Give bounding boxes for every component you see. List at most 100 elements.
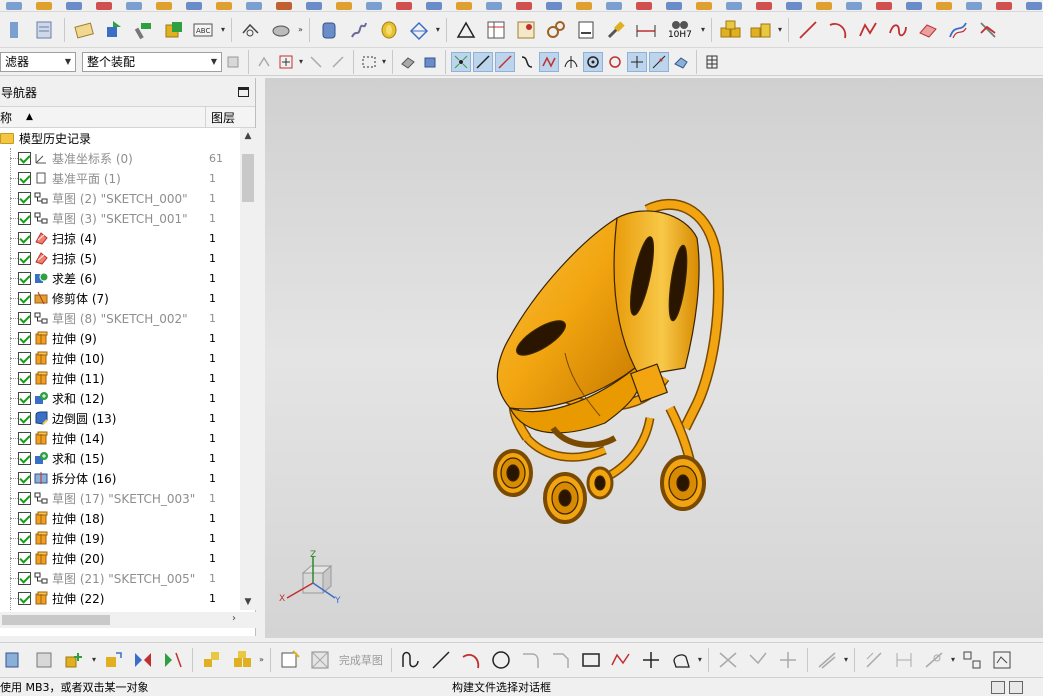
tree-row[interactable]: 拉伸 (10) 1 [0, 348, 240, 368]
component-icon[interactable] [161, 17, 187, 43]
polygon-icon[interactable] [668, 647, 694, 673]
constraint-icon[interactable] [199, 647, 225, 673]
sketch-settings-icon[interactable] [959, 647, 985, 673]
tree-row[interactable]: 拉伸 (19) 1 [0, 528, 240, 548]
status-fullscreen-icon[interactable] [1009, 680, 1023, 694]
chevron-down-icon[interactable]: ▾ [951, 655, 955, 664]
scroll-thumb-h[interactable] [2, 615, 110, 625]
dimension-constraint-icon[interactable] [891, 647, 917, 673]
tree-row[interactable]: 拆分体 (16) 1 [0, 468, 240, 488]
database-icon[interactable] [32, 17, 58, 43]
scroll-thumb[interactable] [242, 154, 254, 202]
surface-patch-icon[interactable] [915, 17, 941, 43]
move-component-icon[interactable] [100, 647, 126, 673]
spring-icon[interactable] [346, 17, 372, 43]
visibility-checkbox[interactable] [18, 191, 31, 205]
selection-filter-dropdown[interactable]: 滤器 ▼ [0, 51, 76, 72]
clipped-tool-icon[interactable] [2, 17, 28, 43]
polyline-icon[interactable] [855, 17, 881, 43]
tree-row[interactable]: 边倒圆 (13) 1 [0, 408, 240, 428]
sketch-line-icon[interactable] [428, 647, 454, 673]
tree-row[interactable]: 拉伸 (18) 1 [0, 508, 240, 528]
rectangle-select-icon[interactable] [359, 52, 379, 72]
select-add-icon[interactable] [276, 52, 296, 72]
finish-sketch-label[interactable]: 完成草图 [339, 652, 383, 668]
note-icon[interactable] [71, 17, 97, 43]
visibility-checkbox[interactable] [18, 371, 31, 385]
status-toggle-icon[interactable] [991, 680, 1005, 694]
select-deselect-icon[interactable] [328, 52, 348, 72]
snap-tangent-icon[interactable] [561, 52, 581, 72]
cylinder-icon[interactable] [316, 17, 342, 43]
column-name-header[interactable]: 称 ▲ [0, 107, 206, 127]
studio-spline-icon[interactable] [608, 647, 634, 673]
explode-icon[interactable] [229, 647, 255, 673]
tree-row[interactable]: 扫掠 (5) 1 [0, 248, 240, 268]
offset-curve-icon[interactable] [945, 17, 971, 43]
visibility-checkbox[interactable] [18, 391, 31, 405]
tree-row[interactable]: 草图 (2) "SKETCH_000" 1 [0, 188, 240, 208]
snap-center-icon[interactable] [583, 51, 604, 72]
chamfer-icon[interactable] [548, 647, 574, 673]
pattern-icon[interactable] [160, 647, 186, 673]
chevron-down-icon[interactable]: ▾ [701, 25, 705, 34]
chevron-down-icon[interactable]: ▾ [382, 57, 386, 66]
arc-icon[interactable] [825, 17, 851, 43]
visibility-checkbox[interactable] [18, 431, 31, 445]
visibility-checkbox[interactable] [18, 271, 31, 285]
visibility-checkbox[interactable] [18, 511, 31, 525]
mesh-icon[interactable] [406, 17, 432, 43]
mirror-icon[interactable] [130, 647, 156, 673]
chevron-down-icon[interactable]: ▾ [92, 655, 96, 664]
tree-row[interactable]: 求和 (15) 1 [0, 448, 240, 468]
snap-midpoint-icon[interactable] [495, 51, 516, 72]
text-abc-icon[interactable]: ABC [191, 17, 217, 43]
visibility-checkbox[interactable] [18, 251, 31, 265]
snap-control-point-icon[interactable] [539, 51, 560, 72]
quick-extend-icon[interactable] [745, 647, 771, 673]
snap-point-on-curve-icon[interactable] [649, 51, 670, 72]
boxes-2-icon[interactable] [748, 17, 774, 43]
offset-sketch-icon[interactable] [814, 647, 840, 673]
visibility-checkbox[interactable] [18, 231, 31, 245]
sketch-arc-icon[interactable] [458, 647, 484, 673]
visibility-checkbox[interactable] [18, 491, 31, 505]
visibility-checkbox[interactable] [18, 531, 31, 545]
rectangle-icon[interactable] [578, 647, 604, 673]
hammer-icon[interactable] [131, 17, 157, 43]
tree-row[interactable]: 修剪体 (7) 1 [0, 288, 240, 308]
sketch-circle-icon[interactable] [488, 647, 514, 673]
feature-icon[interactable] [238, 17, 264, 43]
snap-surface-icon[interactable] [671, 52, 691, 72]
geometric-constraint-icon[interactable] [861, 647, 887, 673]
visibility-checkbox[interactable] [18, 211, 31, 225]
snap-endpoint-icon[interactable] [451, 51, 472, 72]
snap-icon[interactable] [254, 52, 274, 72]
select-pick-icon[interactable] [306, 52, 326, 72]
tree-row[interactable]: 草图 (3) "SKETCH_001" 1 [0, 208, 240, 228]
visibility-checkbox[interactable] [18, 591, 31, 605]
visibility-checkbox[interactable] [18, 151, 31, 165]
brush-icon[interactable] [603, 17, 629, 43]
tree-row[interactable]: 拉伸 (22) 1 [0, 588, 240, 608]
snap-quadrant-icon[interactable] [605, 52, 625, 72]
grid-icon[interactable] [702, 52, 722, 72]
more-icon[interactable]: » [259, 655, 264, 664]
scope-dropdown[interactable]: 整个装配 ▼ [82, 51, 222, 72]
fillet-icon[interactable] [518, 647, 544, 673]
tree-row[interactable]: 拉伸 (9) 1 [0, 328, 240, 348]
sketch-display-icon[interactable] [989, 647, 1015, 673]
visibility-checkbox[interactable] [18, 311, 31, 325]
spline-icon[interactable] [885, 17, 911, 43]
assembly-move-icon[interactable] [101, 17, 127, 43]
auto-constrain-icon[interactable] [921, 647, 947, 673]
chevron-down-icon[interactable]: ▾ [299, 57, 303, 66]
chevron-down-icon[interactable]: ▾ [778, 25, 782, 34]
line-icon[interactable] [795, 17, 821, 43]
tree-row[interactable]: 草图 (8) "SKETCH_002" 1 [0, 308, 240, 328]
quick-trim-icon[interactable] [715, 647, 741, 673]
visibility-checkbox[interactable] [18, 411, 31, 425]
assembly-2-icon[interactable] [32, 647, 58, 673]
snap-line-icon[interactable] [473, 51, 494, 72]
gears-icon[interactable] [543, 17, 569, 43]
